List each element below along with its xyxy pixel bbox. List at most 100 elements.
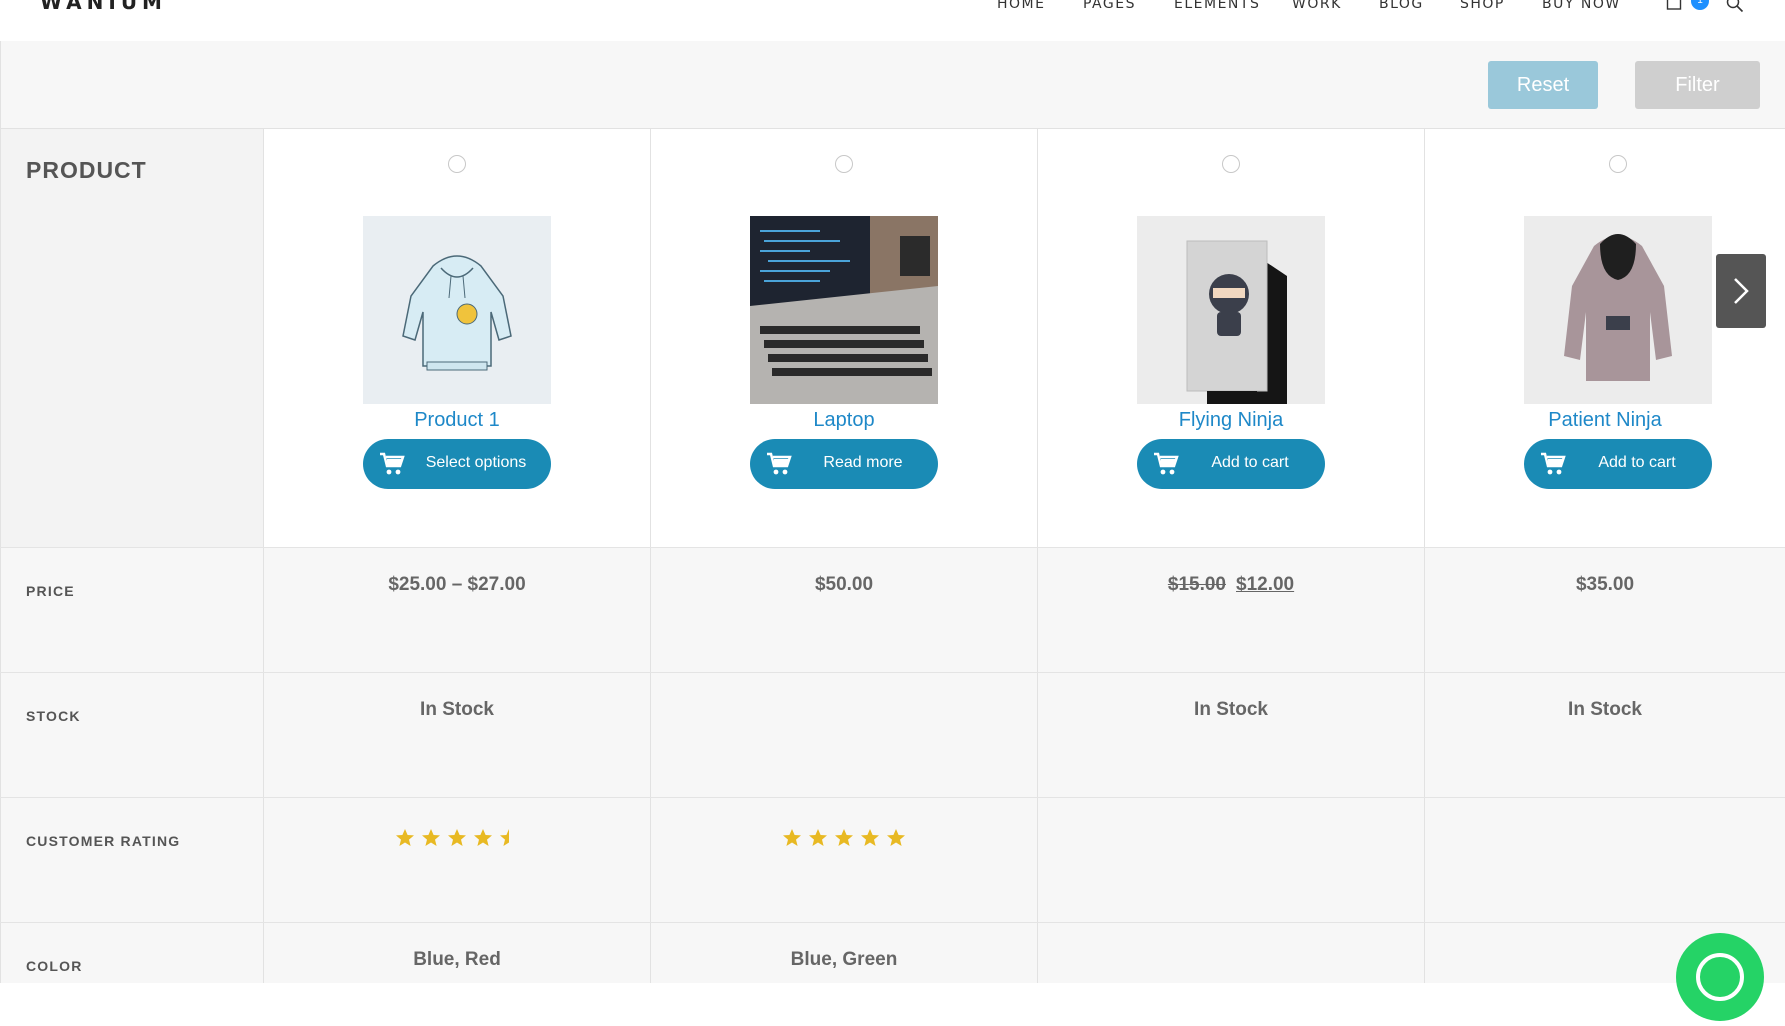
star-icon — [783, 829, 801, 846]
price-row: PRICE $25.00 – $27.00 $50.00 $15.00 $12.0… — [0, 548, 1785, 673]
star-icon — [422, 829, 440, 846]
cart-count-badge: 1 — [1691, 0, 1709, 10]
price-value: $25.00 – $27.00 — [388, 574, 526, 595]
product-cell: Flying Ninja Add to cart — [1038, 129, 1425, 547]
price-cell: $35.00 — [1425, 548, 1785, 672]
button-label: Add to cart — [1211, 454, 1289, 471]
filter-button[interactable]: Filter — [1635, 61, 1760, 109]
hoodie-illustration — [402, 255, 512, 371]
product-name-link[interactable]: Patient Ninja — [1425, 409, 1785, 432]
stock-cell: In Stock — [1425, 673, 1785, 797]
product-cell: Product 1 Select options — [264, 129, 651, 547]
search-icon[interactable] — [1726, 0, 1744, 13]
rating-label: CUSTOMER RATING — [26, 833, 181, 849]
price-label: PRICE — [26, 583, 75, 599]
whatsapp-chat-button[interactable] — [1676, 933, 1764, 1021]
cart-icon — [380, 452, 405, 475]
row-label-cell: PRODUCT — [0, 129, 264, 547]
price-value: $35.00 — [1575, 574, 1635, 595]
laptop-photo — [750, 216, 938, 404]
price-value: $50.00 — [814, 574, 874, 595]
button-label: Add to cart — [1598, 454, 1676, 471]
stock-value: In Stock — [1194, 699, 1268, 720]
reset-button[interactable]: Reset — [1488, 61, 1598, 109]
stock-cell — [651, 673, 1038, 797]
color-value: Blue, Green — [790, 949, 898, 970]
compare-toolbar: Reset Filter — [0, 41, 1785, 129]
next-products-arrow[interactable] — [1716, 254, 1766, 328]
stock-label: STOCK — [26, 708, 81, 724]
rating-cell — [264, 798, 651, 922]
color-label: COLOR — [26, 958, 83, 974]
product-label: PRODUCT — [26, 157, 147, 183]
add-to-cart-button[interactable]: Add to cart — [1524, 439, 1712, 489]
cart-icon — [1541, 452, 1566, 475]
nav-pages[interactable]: PAGES — [1083, 0, 1136, 12]
nav-home[interactable]: HOME — [997, 0, 1045, 12]
stock-row: STOCK In Stock In Stock In Stock — [0, 673, 1785, 798]
nav-shop[interactable]: SHOP — [1460, 0, 1505, 12]
product-name-link[interactable]: Flying Ninja — [1038, 409, 1424, 432]
price-cell: $25.00 – $27.00 — [264, 548, 651, 672]
rating-cell — [651, 798, 1038, 922]
product-image[interactable] — [1137, 216, 1325, 404]
add-to-cart-button[interactable]: Add to cart — [1137, 439, 1325, 489]
product-name-link[interactable]: Product 1 — [264, 409, 650, 432]
hoodie-photo — [1524, 216, 1712, 404]
product-image[interactable] — [363, 216, 551, 404]
price-cell: $50.00 — [651, 548, 1038, 672]
star-rating — [264, 828, 650, 853]
read-more-button[interactable]: Read more — [750, 439, 938, 489]
nav-elements[interactable]: ELEMENTS — [1174, 0, 1260, 12]
site-logo[interactable]: WANIUM — [40, 0, 167, 14]
rating-cell — [1038, 798, 1425, 922]
product-image[interactable] — [1524, 216, 1712, 404]
product-cell: Laptop Read more — [651, 129, 1038, 547]
star-icon — [835, 829, 853, 846]
star-icon — [861, 829, 879, 846]
stock-value: In Stock — [1568, 699, 1642, 720]
color-cell: Blue, Green — [651, 923, 1038, 983]
product-name-link[interactable]: Laptop — [651, 409, 1037, 432]
button-label: Read more — [823, 454, 903, 471]
nav-blog[interactable]: BLOG — [1379, 0, 1424, 12]
select-options-button[interactable]: Select options — [363, 439, 551, 489]
nav-buy-now[interactable]: BUY NOW — [1542, 0, 1621, 12]
select-radio[interactable] — [1609, 155, 1627, 173]
rating-cell — [1425, 798, 1785, 922]
price-cell: $15.00 $12.00 — [1038, 548, 1425, 672]
price-value: $15.00 $12.00 — [1038, 574, 1424, 596]
star-icon — [448, 829, 466, 846]
button-label: Select options — [425, 454, 527, 471]
select-radio[interactable] — [835, 155, 853, 173]
product-row: PRODUCT Product 1 Select options Laptop … — [0, 129, 1785, 548]
star-icon — [474, 829, 492, 846]
whatsapp-icon — [1696, 953, 1744, 1001]
stock-value: In Stock — [420, 699, 494, 720]
cart-icon — [767, 452, 792, 475]
cart-icon — [1154, 452, 1179, 475]
product-cell: Patient Ninja Add to cart — [1425, 129, 1785, 547]
star-icon — [396, 829, 414, 846]
row-label-cell: PRICE — [0, 548, 264, 672]
sale-price: $12.00 — [1236, 574, 1295, 595]
product-image[interactable] — [750, 216, 938, 404]
stock-cell: In Stock — [1038, 673, 1425, 797]
select-radio[interactable] — [1222, 155, 1240, 173]
color-value: Blue, Red — [413, 949, 501, 970]
cart-icon[interactable] — [1666, 0, 1682, 10]
star-icon — [500, 829, 509, 846]
row-label-cell: CUSTOMER RATING — [0, 798, 264, 922]
original-price: $15.00 — [1167, 574, 1226, 595]
select-radio[interactable] — [448, 155, 466, 173]
chevron-right-icon — [1734, 278, 1749, 304]
stock-cell: In Stock — [264, 673, 651, 797]
star-rating — [651, 828, 1037, 853]
rating-row: CUSTOMER RATING — [0, 798, 1785, 923]
star-icon — [809, 829, 827, 846]
ninja-poster-photo — [1137, 216, 1325, 404]
nav-work[interactable]: WORK — [1292, 0, 1342, 12]
star-icon — [887, 829, 905, 846]
row-label-cell: STOCK — [0, 673, 264, 797]
color-cell: Blue, Red — [264, 923, 651, 983]
